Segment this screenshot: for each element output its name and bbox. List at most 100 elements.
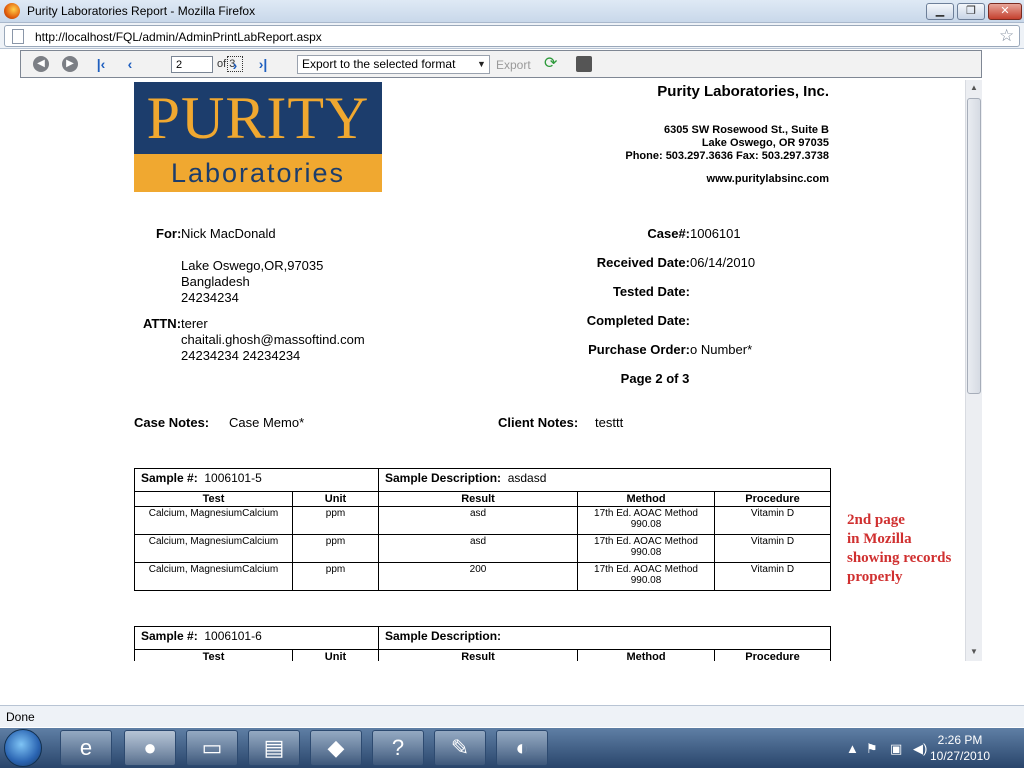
cell-unit: ppm <box>292 562 379 591</box>
client-address-line: Lake Oswego,OR,97035 <box>181 258 324 273</box>
column-header-method: Method <box>577 649 715 661</box>
sample-description-cell: Sample Description: asdasd <box>378 468 831 492</box>
cell-procedure: Vitamin D <box>714 562 831 591</box>
tools-taskbar-button[interactable]: ✎ <box>434 730 486 766</box>
logo-text-bottom: Laboratories <box>170 158 346 188</box>
back-icon[interactable]: ◀ <box>33 56 49 72</box>
company-website: www.puritylabsinc.com <box>706 173 829 185</box>
tested-date-label: Tested Date: <box>612 284 690 299</box>
purchase-order-label: Purchase Order: <box>588 342 690 357</box>
start-button[interactable] <box>4 729 42 767</box>
cell-procedure: Vitamin D <box>714 534 831 563</box>
case-notes-label: Case Notes: <box>134 415 210 430</box>
sample-number-cell: Sample #: 1006101-5 <box>134 468 379 492</box>
firefox-taskbar-button[interactable]: ● <box>124 730 176 766</box>
bookmark-star-icon[interactable]: ☆ <box>999 26 1014 46</box>
received-date-label: Received Date: <box>596 255 690 270</box>
cell-method: 17th Ed. AOAC Method 990.08 <box>577 506 715 535</box>
url-text: http://localhost/FQL/admin/AdminPrintLab… <box>35 30 322 44</box>
cell-unit: ppm <box>292 506 379 535</box>
scrollbar-thumb[interactable] <box>967 98 981 394</box>
forward-icon[interactable]: ▶ <box>62 56 78 72</box>
firefox-icon: ● <box>143 735 157 760</box>
page-number-input[interactable] <box>171 56 213 73</box>
cell-result: 200 <box>378 562 578 591</box>
page-icon <box>12 29 24 44</box>
flag-icon[interactable]: ⚑ <box>866 741 878 757</box>
logo-text-top: PURITY <box>146 85 370 151</box>
report-toolbar: ◀ ▶ |‹ ‹ of 3 › ›| Export to the selecte… <box>20 50 982 78</box>
clock-date[interactable]: 10/27/2010 <box>928 749 992 763</box>
network-icon[interactable]: ▣ <box>890 741 902 757</box>
client-notes-label: Client Notes: <box>498 415 579 430</box>
help-taskbar-button[interactable]: ? <box>372 730 424 766</box>
case-notes-value: Case Memo* <box>229 415 305 430</box>
scroll-up-icon[interactable]: ▲ <box>966 80 982 96</box>
previous-page-icon[interactable]: ‹ <box>122 56 138 72</box>
scroll-down-icon[interactable]: ▼ <box>966 644 982 660</box>
column-header-test: Test <box>134 491 293 507</box>
next-page-icon[interactable]: › <box>227 56 243 73</box>
sample-table: Sample #: 1006101-6 Sample Description: … <box>134 626 831 661</box>
column-header-procedure: Procedure <box>714 649 831 661</box>
minimize-button[interactable]: ▁ <box>926 3 954 20</box>
column-header-result: Result <box>378 491 578 507</box>
client-notes-value: testtt <box>595 415 624 430</box>
refresh-icon[interactable]: ⟳ <box>544 56 557 72</box>
client-address-line: 24234234 <box>181 290 239 305</box>
attn-line: 24234234 24234234 <box>181 348 301 363</box>
folder-taskbar-button[interactable]: ▤ <box>248 730 300 766</box>
company-name: Purity Laboratories, Inc. <box>657 83 829 100</box>
url-field[interactable]: http://localhost/FQL/admin/AdminPrintLab… <box>4 25 1020 47</box>
sample-table: Sample #: 1006101-5 Sample Description: … <box>134 468 831 591</box>
column-header-unit: Unit <box>292 649 379 661</box>
column-header-result: Result <box>378 649 578 661</box>
close-button[interactable]: ✕ <box>988 3 1022 20</box>
table-row: Calcium, MagnesiumCalcium ppm asd 17th E… <box>134 506 831 535</box>
first-page-icon[interactable]: |‹ <box>93 56 109 72</box>
status-text: Done <box>6 710 35 724</box>
help-icon: ? <box>391 735 405 760</box>
volume-icon[interactable]: ◀) <box>913 741 927 757</box>
page-indicator: Page 2 of 3 <box>620 371 690 386</box>
client-name: Nick MacDonald <box>181 226 276 241</box>
cell-procedure: Vitamin D <box>714 506 831 535</box>
export-link[interactable]: Export <box>496 58 531 72</box>
window-title: Purity Laboratories Report - Mozilla Fir… <box>27 4 256 18</box>
paint-taskbar-button[interactable]: ◐ <box>496 730 548 766</box>
purity-logo: PURITY Laboratories <box>134 82 382 192</box>
annotation-line: 2nd page <box>847 512 905 528</box>
annotation-line: properly <box>847 569 903 585</box>
internet-explorer-icon: e <box>79 735 93 760</box>
export-format-select[interactable]: Export to the selected format <box>297 55 490 74</box>
app-taskbar-button[interactable]: ◆ <box>310 730 362 766</box>
attn-name: terer <box>181 316 208 331</box>
company-address-2: Lake Oswego, OR 97035 <box>701 137 829 149</box>
cell-test: Calcium, MagnesiumCalcium <box>134 506 293 535</box>
paint-icon: ◐ <box>515 735 529 760</box>
cell-result: asd <box>378 506 578 535</box>
column-header-procedure: Procedure <box>714 491 831 507</box>
client-address-line: Bangladesh <box>181 274 250 289</box>
ie-taskbar-button[interactable]: e <box>60 730 112 766</box>
tools-icon: ✎ <box>450 735 470 760</box>
purchase-order: o Number* <box>690 342 753 357</box>
report-page: PURITY Laboratories Purity Laboratories,… <box>20 79 982 661</box>
sample-number-cell: Sample #: 1006101-6 <box>134 626 379 650</box>
explorer-taskbar-button[interactable]: ▭ <box>186 730 238 766</box>
report-scrollbar[interactable]: ▲ ▼ <box>965 80 982 661</box>
chevron-down-icon: ▼ <box>477 59 486 69</box>
column-header-test: Test <box>134 649 293 661</box>
received-date: 06/14/2010 <box>690 255 756 270</box>
show-hidden-icons-icon[interactable]: ▲ <box>846 741 859 756</box>
column-header-unit: Unit <box>292 491 379 507</box>
clock-time[interactable]: 2:26 PM <box>930 733 990 747</box>
restore-button[interactable]: ❐ <box>957 3 985 20</box>
table-row: Calcium, MagnesiumCalcium ppm asd 17th E… <box>134 534 831 563</box>
cell-result: asd <box>378 534 578 563</box>
last-page-icon[interactable]: ›| <box>255 56 271 72</box>
print-icon[interactable] <box>576 56 592 72</box>
case-label: Case#: <box>647 226 690 241</box>
for-label: For: <box>156 226 182 241</box>
table-row: Calcium, MagnesiumCalcium ppm 200 17th E… <box>134 562 831 591</box>
